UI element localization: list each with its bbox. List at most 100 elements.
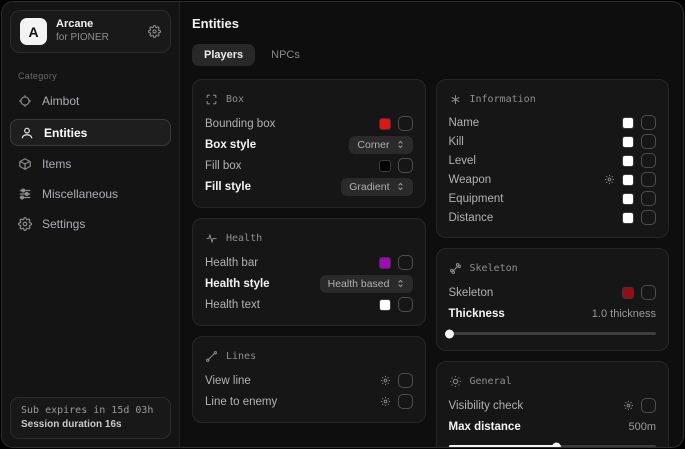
view-line-checkbox[interactable] bbox=[398, 373, 413, 388]
row-label: Fill style bbox=[205, 181, 251, 193]
panel-title: Skeleton bbox=[470, 263, 518, 274]
row-label: Line to enemy bbox=[205, 396, 277, 408]
weapon-checkbox[interactable] bbox=[641, 172, 656, 187]
app-window: A Arcane for PIONER Category Aimbot bbox=[1, 1, 684, 448]
tab-bar: Players NPCs bbox=[192, 44, 669, 66]
person-icon bbox=[20, 126, 34, 140]
line-to-enemy-checkbox[interactable] bbox=[398, 394, 413, 409]
sun-icon bbox=[449, 375, 462, 388]
row-label: Skeleton bbox=[449, 287, 494, 299]
slider-thumb[interactable] bbox=[552, 442, 561, 448]
panel-lines: Lines View line Line to enemy bbox=[192, 336, 426, 423]
fill-box-checkbox[interactable] bbox=[398, 158, 413, 173]
brand-card: A Arcane for PIONER bbox=[10, 10, 171, 53]
health-bar-checkbox[interactable] bbox=[398, 255, 413, 270]
gear-icon bbox=[18, 217, 32, 231]
tab-players[interactable]: Players bbox=[192, 44, 255, 66]
panel-health: Health Health bar Health style Health ba… bbox=[192, 218, 426, 326]
row-label: Level bbox=[449, 155, 477, 167]
settings-gear-icon[interactable] bbox=[148, 25, 161, 38]
panel-skeleton: Skeleton Skeleton Thickness 1.0 thicknes… bbox=[436, 248, 670, 351]
row-label: Max distance bbox=[449, 421, 521, 433]
panel-title: General bbox=[470, 376, 512, 387]
panel-title: Information bbox=[470, 94, 536, 105]
row-label: View line bbox=[205, 375, 251, 387]
sidebar-item-aimbot[interactable]: Aimbot bbox=[2, 87, 179, 115]
kill-checkbox[interactable] bbox=[641, 134, 656, 149]
name-checkbox[interactable] bbox=[641, 115, 656, 130]
page-title: Entities bbox=[192, 16, 669, 31]
chevrons-up-down-icon bbox=[396, 140, 405, 149]
line-icon bbox=[205, 350, 218, 363]
box-style-dropdown[interactable]: Corner bbox=[349, 136, 412, 154]
main-content: Entities Players NPCs Box Bounding box bbox=[180, 2, 683, 447]
bone-icon bbox=[449, 262, 462, 275]
fill-style-dropdown[interactable]: Gradient bbox=[341, 178, 412, 196]
color-swatch[interactable] bbox=[622, 136, 634, 148]
skeleton-checkbox[interactable] bbox=[641, 285, 656, 300]
row-label: Visibility check bbox=[449, 400, 524, 412]
app-name: Arcane bbox=[56, 18, 139, 32]
asterisk-icon bbox=[449, 93, 462, 106]
row-label: Name bbox=[449, 117, 480, 129]
crosshair-icon bbox=[18, 94, 32, 108]
color-swatch[interactable] bbox=[379, 118, 391, 130]
sidebar-item-entities[interactable]: Entities bbox=[10, 119, 171, 146]
color-swatch[interactable] bbox=[622, 287, 634, 299]
panel-title: Lines bbox=[226, 351, 256, 362]
sidebar-item-label: Aimbot bbox=[42, 94, 79, 108]
sidebar-item-label: Settings bbox=[42, 217, 85, 231]
color-swatch[interactable] bbox=[622, 155, 634, 167]
thickness-slider[interactable] bbox=[449, 332, 657, 335]
equipment-checkbox[interactable] bbox=[641, 191, 656, 206]
row-label: Distance bbox=[449, 212, 494, 224]
sub-expiry-text: Sub expires in 15d 03h bbox=[21, 405, 160, 416]
view-line-gear-icon[interactable] bbox=[380, 375, 391, 386]
tab-npcs[interactable]: NPCs bbox=[259, 44, 312, 66]
max-distance-slider[interactable] bbox=[449, 445, 657, 448]
cube-icon bbox=[18, 157, 32, 171]
sidebar: A Arcane for PIONER Category Aimbot bbox=[2, 2, 180, 447]
visibility-check-gear-icon[interactable] bbox=[623, 400, 634, 411]
panel-title: Box bbox=[226, 94, 244, 105]
row-label: Health bar bbox=[205, 257, 258, 269]
health-style-dropdown[interactable]: Health based bbox=[320, 275, 413, 293]
sidebar-item-label: Items bbox=[42, 157, 71, 171]
color-swatch[interactable] bbox=[379, 299, 391, 311]
sidebar-item-label: Miscellaneous bbox=[42, 187, 118, 201]
sidebar-item-settings[interactable]: Settings bbox=[2, 210, 179, 238]
sidebar-nav: Aimbot Entities Items Miscellaneous bbox=[2, 87, 179, 238]
max-distance-value: 500m bbox=[628, 421, 656, 433]
app-logo: A bbox=[20, 18, 47, 45]
distance-checkbox[interactable] bbox=[641, 210, 656, 225]
box-select-icon bbox=[205, 93, 218, 106]
line-to-enemy-gear-icon[interactable] bbox=[380, 396, 391, 407]
color-swatch[interactable] bbox=[622, 117, 634, 129]
color-swatch[interactable] bbox=[379, 257, 391, 269]
bounding-box-checkbox[interactable] bbox=[398, 116, 413, 131]
chevrons-up-down-icon bbox=[396, 182, 405, 191]
color-swatch[interactable] bbox=[622, 174, 634, 186]
app-subtitle: for PIONER bbox=[56, 32, 139, 45]
color-swatch[interactable] bbox=[622, 212, 634, 224]
health-text-checkbox[interactable] bbox=[398, 297, 413, 312]
panel-information: Information Name Kill bbox=[436, 79, 670, 238]
slider-thumb[interactable] bbox=[444, 329, 453, 338]
row-label: Weapon bbox=[449, 174, 492, 186]
sidebar-item-miscellaneous[interactable]: Miscellaneous bbox=[2, 180, 179, 208]
visibility-check-checkbox[interactable] bbox=[641, 398, 656, 413]
subscription-info-card: Sub expires in 15d 03h Session duration … bbox=[10, 397, 171, 439]
row-label: Equipment bbox=[449, 193, 504, 205]
weapon-gear-icon[interactable] bbox=[604, 174, 615, 185]
color-swatch[interactable] bbox=[379, 160, 391, 172]
chevrons-up-down-icon bbox=[396, 279, 405, 288]
row-label: Bounding box bbox=[205, 118, 275, 130]
level-checkbox[interactable] bbox=[641, 153, 656, 168]
color-swatch[interactable] bbox=[622, 193, 634, 205]
category-label: Category bbox=[18, 71, 163, 81]
row-label: Box style bbox=[205, 139, 256, 151]
row-label: Health text bbox=[205, 299, 260, 311]
panel-box: Box Bounding box Box style Corner bbox=[192, 79, 426, 208]
sidebar-item-label: Entities bbox=[44, 126, 87, 140]
sidebar-item-items[interactable]: Items bbox=[2, 150, 179, 178]
